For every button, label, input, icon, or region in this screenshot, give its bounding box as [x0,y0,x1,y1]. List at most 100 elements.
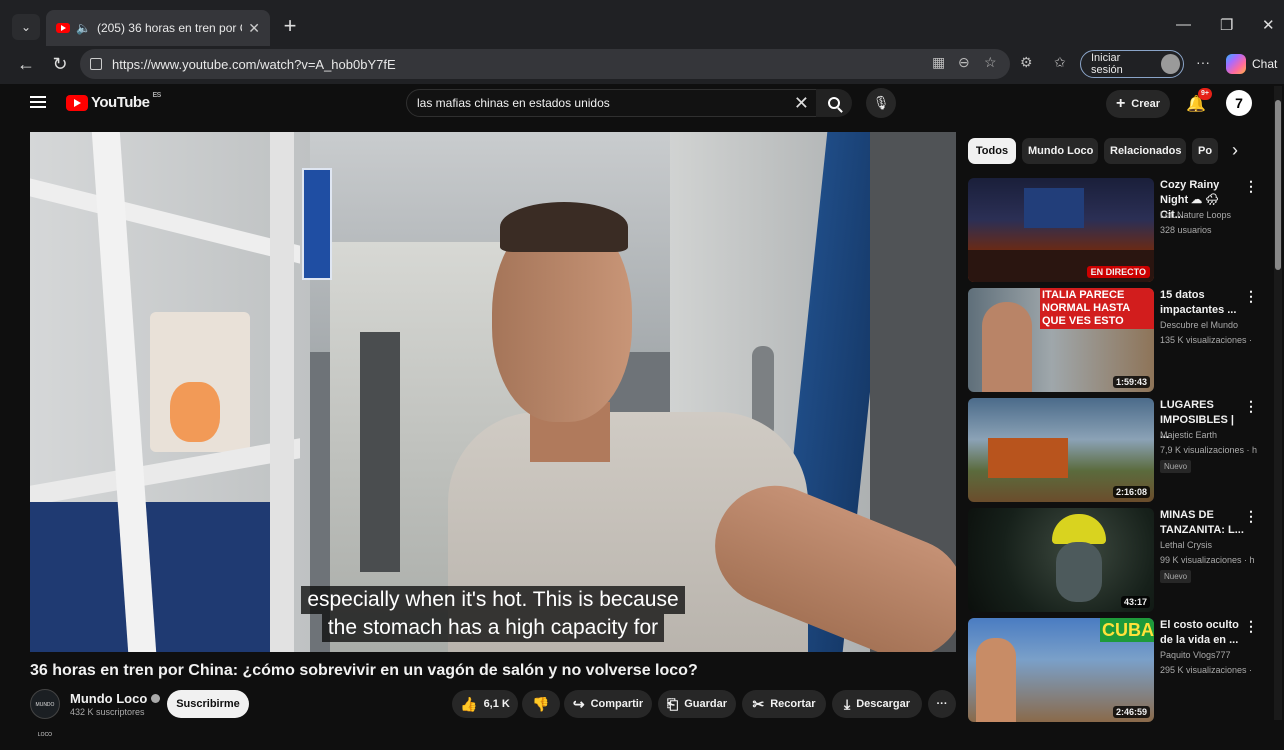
url-text: https://www.youtube.com/watch?v=A_hob0bY… [112,56,396,72]
minimize-icon[interactable]: — [1176,16,1191,33]
new-badge: Nuevo [1160,570,1192,583]
subtitle-line: especially when it's hot. This is becaus… [301,586,685,614]
recommendation-channel[interactable]: Majestic Earth [1160,430,1217,440]
video-player[interactable]: especially when it's hot. This is becaus… [30,132,956,652]
tab-list-dropdown[interactable]: ⌄ [12,14,40,40]
tab-bar: ⌄ 🔈 (205) 36 horas en tren por China ✕ +… [0,8,1284,46]
download-button[interactable]: ⤓ Descargar [832,690,922,718]
like-count: 6,1 K [483,698,510,710]
speaker-icon[interactable]: 🔈 [76,21,91,35]
save-button[interactable]: ⎗ Guardar [658,690,736,718]
recommendation-meta: 99 K visualizaciones · h [1160,555,1255,565]
subscribe-button[interactable]: Suscribirme [167,690,249,718]
new-badge: Nuevo [1160,460,1192,473]
chevron-right-icon[interactable]: › [1232,140,1238,161]
youtube-header: YouTube ES las mafias chinas en estados … [10,84,1284,124]
favorite-star-icon[interactable]: ☆ [984,54,997,71]
recommendation-channel[interactable]: Paquito Vlogs777 [1160,650,1231,660]
close-window-icon[interactable]: ✕ [1262,16,1275,34]
recommendation-item[interactable]: EN DIRECTO Cozy Rainy Night ☁ 🌧 Cit... L… [968,178,1268,282]
channel-avatar[interactable]: MUNDO LOCO [30,689,60,738]
download-icon: ⤓ [843,695,851,712]
recommendation-channel[interactable]: Lethal Crysis [1160,540,1212,550]
scrollbar-thumb[interactable] [1275,100,1281,270]
video-frame-bag-pattern [170,382,220,442]
video-thumbnail[interactable]: 2:16:08 [968,398,1154,502]
thumbnail-person [982,302,1032,392]
chip-relacionados[interactable]: Relacionados [1104,138,1186,164]
create-button[interactable]: + Crear [1106,90,1170,118]
recommendation-item[interactable]: 43:17 MINAS DE TANZANITA: L... Lethal Cr… [968,508,1268,612]
thumbnail-caption: ITALIA PARECE NORMAL HASTA QUE VES ESTO [1040,288,1154,329]
channel-name-link[interactable]: Mundo Loco [70,691,161,706]
recommendation-channel[interactable]: Lofi Nature Loops [1160,210,1231,220]
back-arrow-icon[interactable]: ← [14,52,38,76]
clip-button[interactable]: ✂ Recortar [742,690,826,718]
like-button[interactable]: 👍 6,1 K [452,690,518,718]
new-tab-button[interactable]: + [280,14,300,38]
recommendation-meta: 135 K visualizaciones · [1160,335,1253,345]
video-frame-hair [500,202,628,252]
recommendation-title[interactable]: 15 datos impactantes ... [1160,288,1244,318]
recommendation-item[interactable]: 2:16:08 LUGARES IMPOSIBLES | ... Majesti… [968,398,1268,502]
copilot-icon [1226,54,1246,74]
immersive-reader-icon[interactable]: ▦ [932,54,945,71]
url-field[interactable]: https://www.youtube.com/watch?v=A_hob0bY… [80,49,1010,79]
more-vertical-icon[interactable]: ⋮ [1244,288,1258,305]
clip-label: Recortar [770,698,816,710]
dislike-button[interactable]: 👎 [522,690,560,718]
recommendation-item[interactable]: CUBA 2:46:59 El costo oculto de la vida … [968,618,1268,722]
youtube-logo[interactable]: YouTube ES [66,92,161,111]
maximize-icon[interactable]: ❐ [1220,16,1233,34]
tab-title: (205) 36 horas en tren por China [96,21,242,35]
chip-mundo-loco[interactable]: Mundo Loco [1022,138,1098,164]
recommendation-meta: 295 K visualizaciones · [1160,665,1253,675]
more-actions-button[interactable]: ··· [928,690,956,718]
recommendation-title[interactable]: MINAS DE TANZANITA: L... [1160,508,1244,538]
video-thumbnail[interactable]: EN DIRECTO [968,178,1154,282]
video-title: 36 horas en tren por China: ¿cómo sobrev… [30,662,698,679]
youtube-favicon-icon [56,23,70,33]
clear-search-icon[interactable]: ✕ [794,93,809,114]
thumbs-up-icon: 👍 [460,695,478,712]
share-button[interactable]: ↪ Compartir [564,690,652,718]
zoom-icon[interactable]: ⊖ [958,54,970,71]
more-vertical-icon[interactable]: ⋮ [1244,398,1258,415]
thumbnail-person [976,638,1016,722]
thumbnail-truck [988,438,1068,478]
recommendation-item[interactable]: ITALIA PARECE NORMAL HASTA QUE VES ESTO … [968,288,1268,392]
favorites-icon[interactable]: ✩ [1054,54,1066,71]
video-thumbnail[interactable]: ITALIA PARECE NORMAL HASTA QUE VES ESTO … [968,288,1154,392]
duration-badge: 2:46:59 [1112,706,1150,718]
user-avatar[interactable]: 7 [1226,90,1252,116]
recommendation-channel[interactable]: Descubre el Mundo [1160,320,1238,330]
extensions-icon[interactable]: ⚙ [1020,54,1033,71]
video-thumbnail[interactable]: 43:17 [968,508,1154,612]
browser-tab[interactable]: 🔈 (205) 36 horas en tren por China ✕ [46,10,270,46]
menu-icon[interactable] [30,96,46,108]
recommendation-title[interactable]: El costo oculto de la vida en ... [1160,618,1244,648]
chip-todos[interactable]: Todos [968,138,1016,164]
signin-button[interactable]: Iniciar sesión [1080,50,1184,78]
profile-avatar-icon [1160,54,1180,74]
more-horizontal-icon: ··· [936,698,948,710]
video-thumbnail[interactable]: CUBA 2:46:59 [968,618,1154,722]
more-options-icon[interactable]: ··· [1196,54,1210,70]
more-vertical-icon[interactable]: ⋮ [1244,618,1258,635]
thumbnail-window [1024,188,1084,228]
more-vertical-icon[interactable]: ⋮ [1244,508,1258,525]
voice-search-button[interactable]: 🎙 [866,88,896,118]
close-tab-icon[interactable]: ✕ [248,20,260,37]
search-input[interactable]: las mafias chinas en estados unidos ✕ [406,89,820,117]
thumbnail-helmet [1052,514,1106,544]
more-vertical-icon[interactable]: ⋮ [1244,178,1258,195]
copilot-chat-button[interactable]: Chat [1226,52,1277,76]
search-button[interactable] [816,89,852,117]
subscriber-count: 432 K suscriptores [70,707,145,717]
channel-actions-row: MUNDO LOCO Mundo Loco 432 K suscriptores… [30,688,960,738]
reload-icon[interactable]: ↻ [48,52,72,76]
chip-partial[interactable]: Po [1192,138,1218,164]
bookmark-icon: ⎗ [667,695,679,712]
region-code: ES [152,92,161,99]
microphone-icon: 🎙 [872,95,890,110]
